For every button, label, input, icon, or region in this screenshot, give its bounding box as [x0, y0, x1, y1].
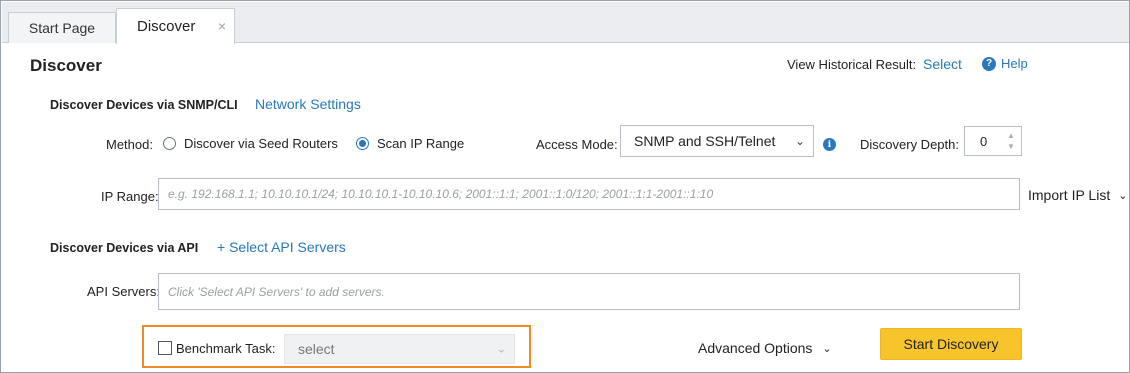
tab-discover-label: Discover [137, 18, 196, 35]
help-link[interactable]: ? Help [982, 56, 1028, 71]
api-servers-input[interactable]: Click 'Select API Servers' to add server… [158, 273, 1020, 310]
chevron-up-icon[interactable]: ▲ [1007, 131, 1015, 140]
import-ip-list-button[interactable]: Import IP List ⌄ [1028, 187, 1127, 203]
radio-label: Scan IP Range [377, 136, 465, 151]
api-servers-placeholder: Click 'Select API Servers' to add server… [168, 284, 385, 299]
info-icon[interactable]: i [823, 138, 836, 151]
benchmark-checkbox[interactable] [158, 341, 172, 355]
network-settings-link[interactable]: Network Settings [255, 96, 361, 112]
help-icon: ? [982, 56, 996, 71]
api-servers-label: API Servers: [87, 284, 160, 299]
radio-discover-seed-routers[interactable]: Discover via Seed Routers [163, 136, 338, 151]
radio-circle [163, 137, 176, 150]
discovery-depth-label: Discovery Depth: [860, 137, 959, 152]
view-historical-select-link[interactable]: Select [923, 56, 962, 72]
access-mode-value: SNMP and SSH/Telnet [634, 133, 776, 149]
benchmark-select[interactable]: select ⌄ [284, 334, 515, 364]
start-discovery-label: Start Discovery [903, 336, 999, 352]
chevron-down-icon[interactable]: ▼ [1007, 142, 1015, 151]
radio-label: Discover via Seed Routers [184, 136, 338, 151]
advanced-options-label: Advanced Options [698, 340, 813, 356]
snmp-section-title: Discover Devices via SNMP/CLI [50, 98, 238, 112]
access-mode-label: Access Mode: [536, 137, 618, 152]
import-ip-list-label: Import IP List [1028, 187, 1111, 203]
view-historical-label: View Historical Result: [787, 57, 917, 72]
chevron-down-icon: ⌄ [794, 134, 805, 148]
ip-range-input[interactable]: e.g. 192.168.1.1; 10.10.10.1/24; 10.10.1… [158, 178, 1020, 210]
ip-range-label: IP Range: [101, 189, 159, 204]
chevron-down-icon: ⌄ [822, 342, 832, 355]
tab-start-page[interactable]: Start Page [8, 12, 116, 43]
radio-scan-ip-range[interactable]: Scan IP Range [356, 136, 464, 151]
ip-range-placeholder: e.g. 192.168.1.1; 10.10.10.1/24; 10.10.1… [168, 187, 714, 201]
help-label: Help [1001, 56, 1028, 71]
start-discovery-button[interactable]: Start Discovery [880, 328, 1022, 360]
chevron-down-icon: ⌄ [1118, 189, 1128, 202]
api-section-title: Discover Devices via API [50, 241, 199, 255]
method-label: Method: [106, 137, 153, 152]
select-api-servers-link[interactable]: + Select API Servers [217, 239, 346, 255]
access-mode-select[interactable]: SNMP and SSH/Telnet ⌄ [620, 125, 814, 157]
close-icon[interactable]: × [218, 18, 226, 34]
discovery-depth-value: 0 [980, 133, 988, 149]
tab-start-page-label: Start Page [28, 20, 96, 36]
benchmark-label: Benchmark Task: [176, 341, 276, 356]
discovery-depth-stepper[interactable]: 0 ▲ ▼ [964, 126, 1022, 156]
radio-circle-selected [356, 137, 369, 150]
advanced-options-toggle[interactable]: Advanced Options ⌄ [698, 340, 832, 356]
chevron-down-icon: ⌄ [496, 343, 506, 356]
page-title: Discover [30, 56, 102, 75]
benchmark-select-value: select [298, 341, 335, 357]
tab-discover[interactable]: Discover × [116, 8, 235, 44]
discover-window: Start Page Discover × Discover View Hist… [0, 0, 1130, 373]
stepper-arrows[interactable]: ▲ ▼ [1005, 131, 1017, 151]
